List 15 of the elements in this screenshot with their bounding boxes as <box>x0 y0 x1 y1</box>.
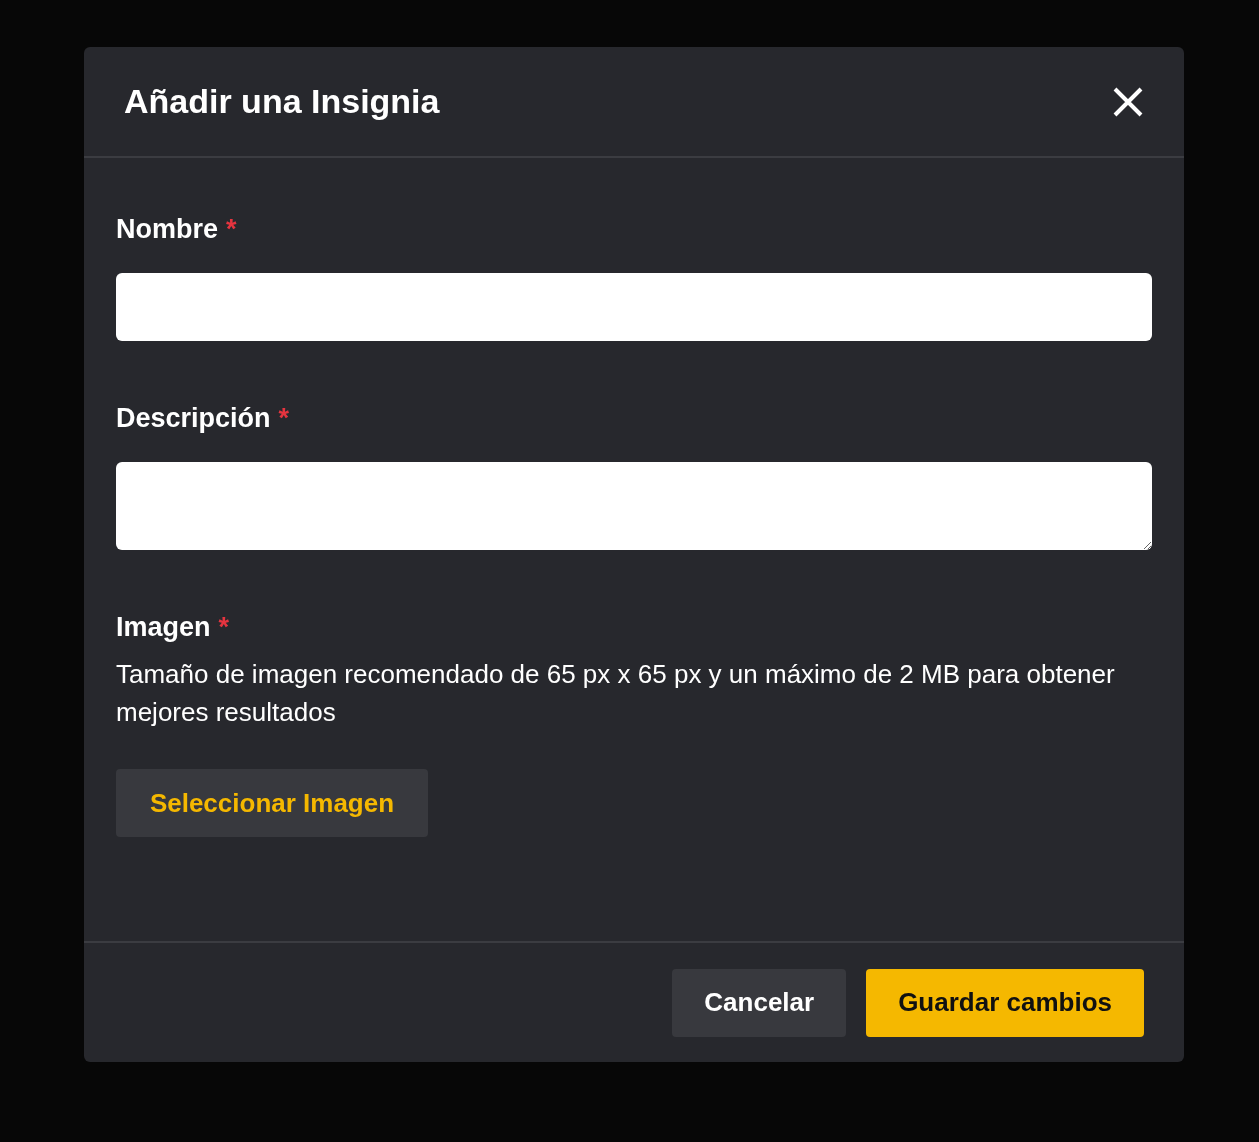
field-label: Nombre <box>116 214 218 245</box>
close-icon <box>1112 85 1144 118</box>
required-mark: * <box>226 214 237 245</box>
dialog-title: Añadir una Insignia <box>124 82 440 121</box>
required-mark: * <box>278 403 290 434</box>
cancel-button[interactable]: Cancelar <box>672 968 847 1037</box>
close-button[interactable] <box>1112 85 1144 118</box>
required-mark: * <box>218 612 230 643</box>
textarea-field[interactable] <box>116 462 1152 550</box>
field-label: Descripción <box>116 403 271 434</box>
select-image-button[interactable]: Seleccionar Imagen <box>116 769 428 837</box>
save-button[interactable]: Guardar cambios <box>866 968 1144 1037</box>
hint-text: Tamaño de imagen recomendado de 65 px x 65 px y un máximo de 2 MB para obtener mejores resultados <box>116 658 1116 729</box>
input-field[interactable] <box>116 273 1152 341</box>
field-label: Imagen <box>116 612 211 643</box>
